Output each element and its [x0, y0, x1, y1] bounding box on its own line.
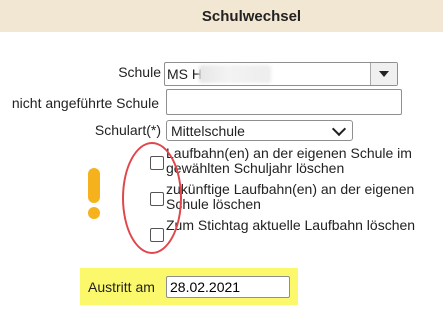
- checkbox-label-delete-own-school-year: Laufbahn(en) an der eigenen Schule im ge…: [166, 145, 412, 176]
- checkbox-label-delete-future: zukünftige Laufbahn(en) an der eigenen S…: [166, 181, 415, 212]
- exclamation-warning-icon: [88, 168, 100, 219]
- school-label: Schule: [118, 64, 161, 80]
- school-combobox[interactable]: MS H: [164, 62, 398, 86]
- school-value: MS H: [167, 66, 202, 82]
- school-type-select[interactable]: Mittelschule: [166, 120, 353, 141]
- school-dropdown-button[interactable]: [370, 63, 397, 85]
- other-school-label: nicht angeführte Schule: [11, 95, 159, 111]
- triangle-down-icon: [379, 71, 389, 77]
- checkbox-label-delete-current: Zum Stichtag aktuelle Laufbahn löschen: [166, 217, 416, 233]
- school-value-container[interactable]: MS H: [165, 63, 370, 85]
- section-title: Schulwechsel: [201, 7, 302, 25]
- school-type-value: Mittelschule: [171, 122, 245, 139]
- redacted-school-name: [199, 65, 271, 83]
- exit-date-label: Austritt am: [88, 279, 155, 295]
- school-type-label: Schulart(*): [94, 122, 161, 138]
- chevron-down-icon: [331, 121, 347, 136]
- annotation-ellipse: [122, 142, 182, 254]
- exit-date-input[interactable]: [166, 276, 290, 298]
- section-header: Schulwechsel: [0, 0, 443, 32]
- other-school-input[interactable]: [166, 89, 402, 115]
